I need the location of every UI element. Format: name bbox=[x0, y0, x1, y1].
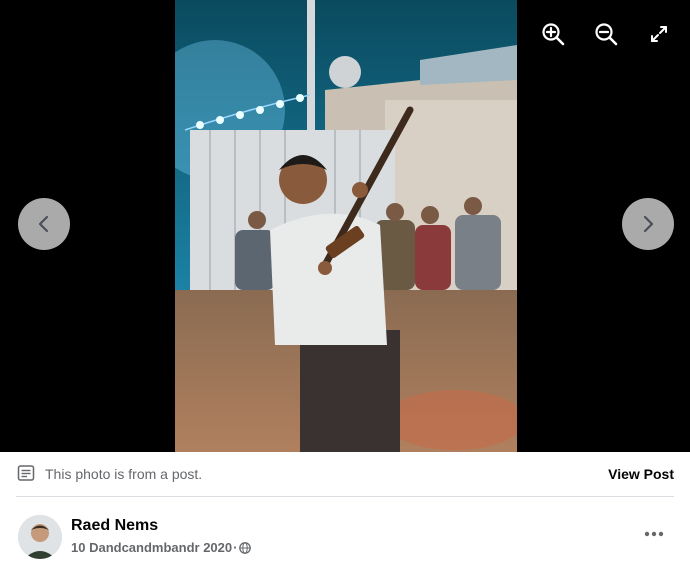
more-options-icon bbox=[644, 531, 664, 537]
avatar[interactable] bbox=[18, 515, 62, 559]
author-name[interactable]: Raed Nems bbox=[71, 517, 158, 535]
view-post-link[interactable]: View Post bbox=[608, 466, 674, 482]
globe-icon bbox=[239, 541, 252, 554]
zoom-in-icon bbox=[542, 23, 565, 46]
previous-photo-button[interactable] bbox=[18, 198, 70, 250]
chevron-left-icon bbox=[38, 215, 49, 233]
zoom-out-icon bbox=[595, 23, 618, 46]
post-notice-text: This photo is from a post. bbox=[45, 466, 203, 482]
more-options-button[interactable] bbox=[638, 522, 670, 546]
post-meta: 10 Dandcandmbandr 2020 · bbox=[71, 540, 252, 555]
post-date[interactable]: 10 Dandcandmbandr 2020 bbox=[71, 540, 232, 555]
fullscreen-button[interactable] bbox=[645, 20, 673, 48]
next-photo-button[interactable] bbox=[622, 198, 674, 250]
post-note-icon bbox=[17, 464, 37, 484]
zoom-in-button[interactable] bbox=[539, 20, 567, 48]
post-author: Raed Nems 10 Dandcandmbandr 2020 · bbox=[18, 514, 674, 560]
fullscreen-icon bbox=[651, 26, 667, 42]
photo-viewer bbox=[0, 0, 690, 452]
post-photo[interactable] bbox=[175, 0, 517, 452]
photo-image bbox=[175, 0, 517, 452]
meta-separator: · bbox=[233, 540, 238, 555]
post-notice-bar: This photo is from a post. View Post bbox=[16, 452, 674, 497]
chevron-right-icon bbox=[643, 215, 654, 233]
zoom-out-button[interactable] bbox=[592, 20, 620, 48]
